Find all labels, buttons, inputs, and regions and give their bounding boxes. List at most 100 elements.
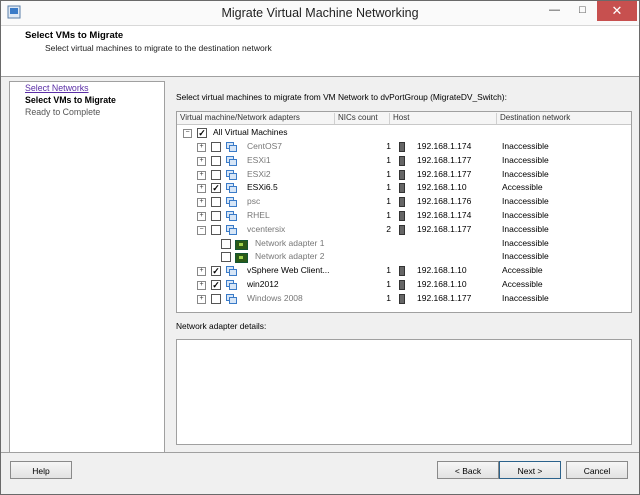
- collapse-icon[interactable]: −: [183, 129, 192, 138]
- table-row[interactable]: + ESXi2 1 192.168.1.177 Inaccessible: [177, 168, 631, 182]
- vm-name: win2012: [247, 279, 279, 289]
- destination-status: Accessible: [502, 279, 543, 289]
- network-adapter-icon: [235, 253, 248, 264]
- host-ip: 192.168.1.177: [417, 154, 472, 165]
- column-header-destination[interactable]: Destination network: [497, 113, 631, 124]
- vm-name: Windows 2008: [247, 292, 303, 303]
- vm-icon: [226, 183, 237, 194]
- checkbox[interactable]: ✓: [197, 128, 207, 138]
- vm-icon: [226, 142, 237, 152]
- expand-icon[interactable]: +: [197, 170, 206, 180]
- checkbox[interactable]: [211, 211, 221, 221]
- checkbox[interactable]: [211, 224, 221, 235]
- host-ip: 192.168.1.177: [417, 292, 472, 303]
- expand-icon[interactable]: +: [197, 184, 206, 194]
- table-row[interactable]: + ✓ ESXi6.5 1 192.168.1.10 Accessible: [177, 181, 631, 195]
- collapse-icon[interactable]: −: [197, 225, 206, 235]
- cancel-button[interactable]: Cancel: [566, 461, 628, 479]
- host-ip: 192.168.1.10: [417, 279, 467, 289]
- vm-icon: [226, 197, 237, 208]
- checkbox[interactable]: [211, 197, 221, 208]
- expand-icon[interactable]: +: [197, 294, 206, 304]
- column-header-nics[interactable]: NICs count: [335, 113, 390, 124]
- expand-icon[interactable]: +: [197, 143, 206, 152]
- expand-icon[interactable]: +: [197, 281, 206, 290]
- step-select-vms: Select VMs to Migrate: [25, 95, 116, 105]
- table-row[interactable]: + psc 1 192.168.1.176 Inaccessible: [177, 195, 631, 209]
- vm-table: Virtual machine/Network adapters NICs co…: [176, 111, 632, 313]
- expand-icon[interactable]: +: [197, 198, 206, 208]
- checkbox[interactable]: ✓: [211, 280, 221, 290]
- host-icon: [399, 155, 405, 166]
- nics-count: 2: [386, 223, 391, 234]
- checkbox[interactable]: [211, 293, 221, 304]
- host-ip: 192.168.1.177: [417, 223, 472, 234]
- step-select-networks[interactable]: Select Networks: [25, 83, 89, 93]
- expand-icon[interactable]: +: [197, 212, 206, 221]
- checkbox[interactable]: [221, 238, 231, 249]
- host-ip: 192.168.1.176: [417, 196, 472, 207]
- wizard-window: Migrate Virtual Machine Networking — □ ✕…: [0, 0, 640, 495]
- checkbox[interactable]: [221, 252, 231, 263]
- host-icon: [399, 169, 405, 180]
- table-row-root[interactable]: − ✓ All Virtual Machines: [177, 126, 631, 140]
- checkbox[interactable]: [211, 169, 221, 180]
- vm-icon: [226, 224, 237, 235]
- vm-name: ESXi2: [247, 168, 271, 179]
- vm-name: ESXi6.5: [247, 182, 278, 193]
- vm-icon: [226, 280, 237, 290]
- vm-icon: [226, 266, 237, 277]
- maximize-button[interactable]: □: [569, 1, 596, 21]
- wizard-header: Select VMs to Migrate Select virtual mac…: [1, 26, 639, 77]
- destination-status: Inaccessible: [502, 141, 549, 151]
- column-header-vm[interactable]: Virtual machine/Network adapters: [177, 113, 335, 124]
- expand-icon[interactable]: +: [197, 156, 206, 166]
- table-row[interactable]: + Windows 2008 1 192.168.1.177 Inaccessible: [177, 292, 631, 306]
- step-ready-to-complete: Ready to Complete: [25, 107, 101, 117]
- next-button[interactable]: Next >: [499, 461, 561, 479]
- checkbox[interactable]: [211, 142, 221, 152]
- host-ip: 192.168.1.174: [417, 141, 472, 151]
- nics-count: 1: [386, 279, 391, 289]
- details-label: Network adapter details:: [176, 321, 267, 331]
- destination-status: Inaccessible: [502, 196, 549, 207]
- expand-icon[interactable]: +: [197, 267, 206, 277]
- root-label: All Virtual Machines: [213, 127, 288, 137]
- table-row[interactable]: + ESXi1 1 192.168.1.177 Inaccessible: [177, 154, 631, 168]
- vm-name: psc: [247, 196, 261, 207]
- table-row[interactable]: + ✓ win2012 1 192.168.1.10 Accessible: [177, 278, 631, 292]
- nics-count: 1: [386, 292, 391, 303]
- adapter-row[interactable]: Network adapter 2 Inaccessible: [177, 250, 631, 264]
- vm-icon: [226, 293, 237, 304]
- checkbox[interactable]: [211, 155, 221, 166]
- vm-icon: [226, 211, 237, 221]
- nics-count: 1: [386, 168, 391, 179]
- nics-count: 1: [386, 210, 391, 220]
- vm-icon: [226, 169, 237, 180]
- vm-name: vSphere Web Client...: [247, 265, 330, 276]
- host-icon: [399, 266, 405, 277]
- network-adapter-icon: [235, 239, 248, 250]
- table-row[interactable]: − vcentersix 2 192.168.1.177 Inaccessible: [177, 223, 631, 237]
- help-button[interactable]: Help: [10, 461, 72, 479]
- nics-count: 1: [386, 182, 391, 193]
- host-icon: [399, 224, 405, 235]
- close-button[interactable]: ✕: [597, 1, 637, 21]
- page-subtitle: Select virtual machines to migrate to th…: [45, 43, 272, 53]
- table-row[interactable]: + ✓ vSphere Web Client... 1 192.168.1.10 Acce…: [177, 264, 631, 278]
- host-icon: [399, 293, 405, 304]
- checkbox[interactable]: ✓: [211, 183, 221, 194]
- vm-name: CentOS7: [247, 141, 282, 151]
- checkbox[interactable]: ✓: [211, 266, 221, 277]
- column-header-host[interactable]: Host: [390, 113, 497, 124]
- table-row[interactable]: + CentOS7 1 192.168.1.174 Inaccessible: [177, 140, 631, 154]
- destination-status: Inaccessible: [502, 292, 549, 303]
- back-button[interactable]: < Back: [437, 461, 499, 479]
- title-bar: Migrate Virtual Machine Networking — □ ✕: [1, 1, 639, 26]
- destination-status: Accessible: [502, 182, 543, 193]
- adapter-details-panel: [176, 339, 632, 445]
- minimize-button[interactable]: —: [541, 1, 568, 21]
- table-row[interactable]: + RHEL 1 192.168.1.174 Inaccessible: [177, 209, 631, 223]
- adapter-row[interactable]: Network adapter 1 Inaccessible: [177, 237, 631, 251]
- host-icon: [399, 142, 405, 152]
